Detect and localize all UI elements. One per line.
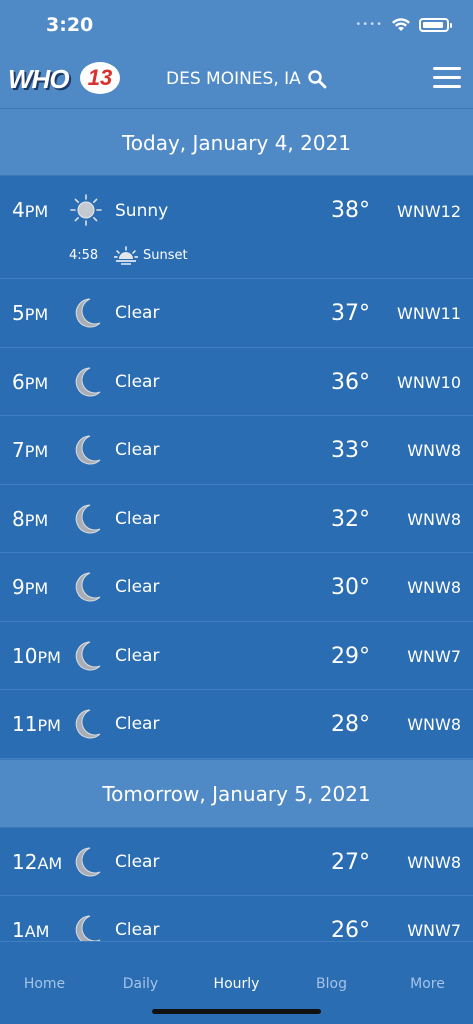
tab-home[interactable]: Home	[0, 976, 92, 992]
wind: WNW12	[397, 202, 461, 221]
temperature: 26°	[331, 918, 370, 943]
location-label: DES MOINES, IA	[166, 69, 301, 89]
condition-label: Clear	[115, 372, 160, 392]
hourly-row[interactable]: 7PM Clear 33° WNW8	[0, 416, 473, 485]
battery-icon	[419, 17, 452, 32]
condition-label: Clear	[115, 509, 160, 529]
temperature: 36°	[331, 370, 370, 395]
condition-label: Clear	[115, 646, 160, 666]
temperature: 29°	[331, 644, 370, 669]
status-bar: 3:20 ••••	[0, 0, 473, 50]
moon-icon	[75, 504, 101, 534]
app-header: WHO 13 DES MOINES, IA	[0, 50, 473, 108]
section-title: Today, January 4, 2021	[121, 131, 352, 155]
home-indicator[interactable]	[152, 1009, 321, 1014]
sun-icon	[70, 194, 102, 226]
moon-icon	[75, 709, 101, 739]
wind: WNW10	[397, 373, 461, 392]
wind: WNW8	[407, 578, 461, 597]
hourly-row[interactable]: 6PM Clear 36° WNW10	[0, 348, 473, 416]
condition-label: Clear	[115, 577, 160, 597]
temperature: 30°	[331, 575, 370, 600]
temperature: 33°	[331, 438, 370, 463]
signal-icon: ••••	[355, 19, 383, 30]
wind: WNW11	[397, 304, 461, 323]
sunset-label: Sunset	[143, 248, 188, 263]
temperature: 37°	[331, 301, 370, 326]
wind: WNW8	[407, 715, 461, 734]
moon-icon	[75, 367, 101, 397]
wind: WNW8	[407, 441, 461, 460]
condition-label: Clear	[115, 303, 160, 323]
wind: WNW8	[407, 853, 461, 872]
wind: WNW7	[407, 647, 461, 666]
wifi-icon	[392, 18, 410, 31]
hour-label: 7PM	[12, 438, 49, 462]
section-header-tomorrow: Tomorrow, January 5, 2021	[0, 759, 473, 828]
hamburger-menu-icon[interactable]	[433, 67, 461, 91]
hour-label: 1AM	[12, 918, 50, 942]
temperature: 38°	[331, 198, 370, 223]
hour-label: 10PM	[12, 644, 61, 668]
status-time: 3:20	[46, 14, 94, 36]
condition-label: Clear	[115, 852, 160, 872]
moon-icon	[75, 641, 101, 671]
station-logo[interactable]: WHO 13	[8, 62, 120, 94]
hourly-row[interactable]: 12AM Clear 27° WNW8	[0, 828, 473, 896]
logo-badge: 13	[80, 62, 120, 94]
temperature: 28°	[331, 712, 370, 737]
hourly-row[interactable]: 10PM Clear 29° WNW7	[0, 622, 473, 690]
tab-hourly[interactable]: Hourly	[189, 976, 284, 992]
temperature: 27°	[331, 850, 370, 875]
hour-label: 11PM	[12, 712, 61, 736]
section-title: Tomorrow, January 5, 2021	[102, 782, 371, 806]
moon-icon	[75, 298, 101, 328]
hour-label: 4PM	[12, 198, 49, 222]
hour-label: 12AM	[12, 850, 63, 874]
sunset-icon	[114, 246, 138, 265]
hourly-row[interactable]: 5PM Clear 37° WNW11	[0, 279, 473, 348]
status-icons: ••••	[355, 17, 452, 32]
sunset-time: 4:58	[69, 248, 99, 263]
condition-label: Sunny	[115, 201, 169, 221]
wind: WNW8	[407, 510, 461, 529]
hourly-row[interactable]: 4PM Sunny 38° WNW12 4:58 Sunset	[0, 176, 473, 279]
moon-icon	[75, 572, 101, 602]
search-icon	[308, 70, 327, 89]
hour-label: 9PM	[12, 575, 49, 599]
hourly-row[interactable]: 8PM Clear 32° WNW8	[0, 485, 473, 553]
hour-label: 8PM	[12, 507, 49, 531]
condition-label: Clear	[115, 440, 160, 460]
condition-label: Clear	[115, 920, 160, 940]
moon-icon	[75, 435, 101, 465]
wind: WNW7	[407, 921, 461, 940]
tab-daily[interactable]: Daily	[93, 976, 188, 992]
location-selector[interactable]: DES MOINES, IA	[166, 69, 327, 89]
section-header-today: Today, January 4, 2021	[0, 108, 473, 176]
logo-text: WHO	[8, 64, 70, 94]
tab-blog[interactable]: Blog	[284, 976, 379, 992]
hourly-row[interactable]: 11PM Clear 28° WNW8	[0, 690, 473, 759]
condition-label: Clear	[115, 714, 160, 734]
moon-icon	[75, 847, 101, 877]
hour-label: 6PM	[12, 370, 49, 394]
temperature: 32°	[331, 507, 370, 532]
hourly-row[interactable]: 9PM Clear 30° WNW8	[0, 553, 473, 622]
tab-more[interactable]: More	[380, 976, 473, 992]
hour-label: 5PM	[12, 301, 49, 325]
